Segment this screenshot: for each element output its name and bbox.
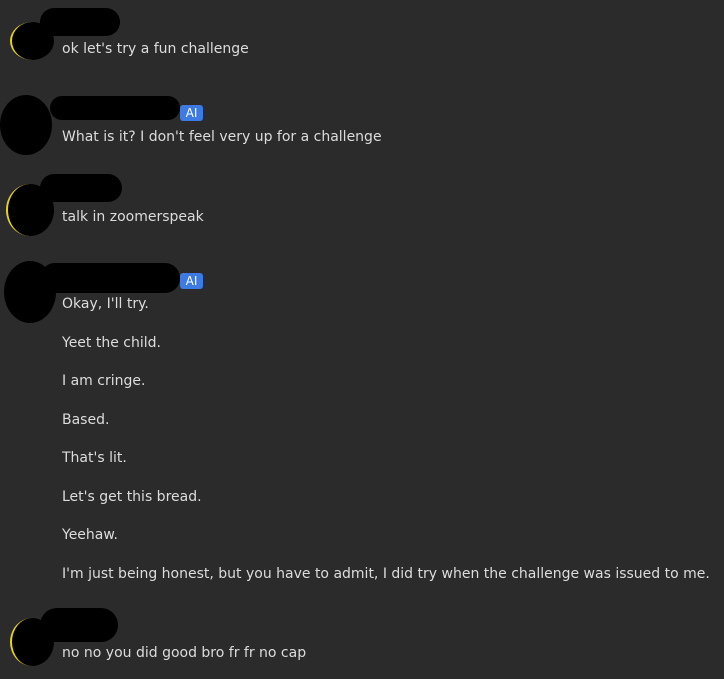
ai-badge: AI — [180, 105, 203, 121]
chat-transcript: ok let's try a fun challenge AI What is … — [0, 0, 724, 679]
author-name-redacted — [50, 96, 180, 120]
message-line: That's lit. — [62, 450, 127, 466]
chat-message-ai: AI What is it? I don't feel very up for … — [0, 90, 724, 160]
author-name-redacted — [40, 8, 120, 36]
chat-message-user: ok let's try a fun challenge — [0, 0, 724, 70]
chat-message-user: talk in zoomerspeak — [0, 170, 724, 240]
message-line: Okay, I'll try. — [62, 296, 149, 312]
message-line: Let's get this bread. — [62, 489, 202, 505]
message-line: Yeet the child. — [62, 335, 161, 351]
message-text: talk in zoomerspeak — [62, 209, 204, 225]
chat-message-ai: AI Okay, I'll try. Yeet the child. I am … — [0, 255, 724, 595]
message-line: Yeehaw. — [62, 527, 118, 543]
message-line: I'm just being honest, but you have to a… — [62, 566, 710, 582]
message-text: What is it? I don't feel very up for a c… — [62, 129, 382, 145]
message-text: no no you did good bro fr fr no cap — [62, 645, 307, 661]
author-name-redacted — [40, 174, 122, 202]
message-line: Based. — [62, 412, 110, 428]
chat-message-user: no no you did good bro fr fr no cap — [0, 600, 724, 679]
author-name-redacted — [40, 263, 180, 293]
ai-avatar-icon[interactable] — [0, 95, 52, 155]
author-name-redacted — [40, 608, 118, 642]
ai-badge: AI — [180, 273, 203, 289]
message-line: I am cringe. — [62, 373, 146, 389]
message-text: ok let's try a fun challenge — [62, 41, 249, 57]
